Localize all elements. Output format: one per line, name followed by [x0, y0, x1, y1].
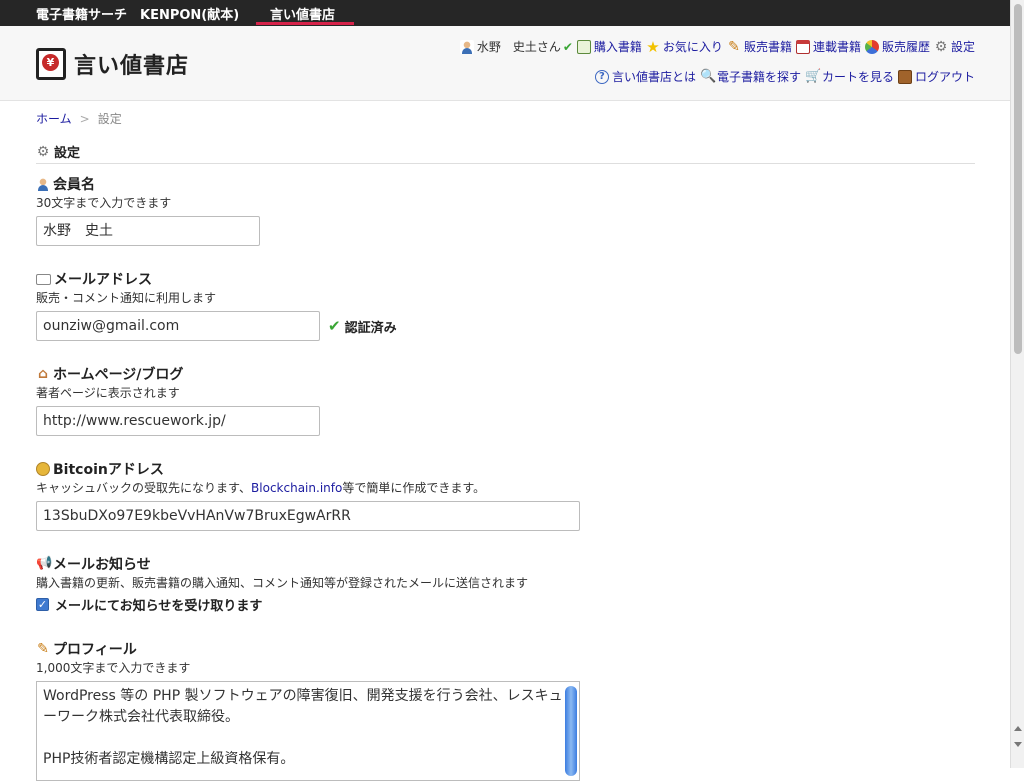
site-nav: ? 言い値書店とは 🔍 電子書籍を探す 🛒 カートを見る ログアウト	[591, 68, 975, 85]
member-name-input[interactable]: 水野 史土	[36, 216, 260, 246]
email-verified-badge: ✔ 認証済み	[328, 317, 397, 336]
email-heading: メールアドレス	[54, 272, 152, 288]
logo-text: 言い値書店	[74, 54, 190, 79]
scroll-up-arrow-icon[interactable]	[1014, 726, 1022, 731]
page-scrollbar-thumb[interactable]	[1014, 4, 1022, 354]
nav-selling-books[interactable]: ✎ 販売書籍	[727, 38, 792, 55]
profile-textarea[interactable]: WordPress 等の PHP 製ソフトウェアの障害復旧、開発支援を行う会社、…	[36, 681, 580, 781]
homepage-heading: ホームページ/ブログ	[53, 367, 184, 383]
section-profile: ✎ プロフィール 1,000文字まで入力できます WordPress 等の PHP…	[36, 640, 580, 781]
page-scrollbar[interactable]	[1010, 0, 1024, 768]
nav-about[interactable]: ? 言い値書店とは	[594, 68, 696, 85]
site-link-iine[interactable]: 言い値書店	[270, 4, 335, 23]
question-icon: ?	[594, 69, 609, 84]
email-desc: 販売・コメント通知に利用します	[36, 291, 217, 305]
profile-desc: 1,000文字まで入力できます	[36, 661, 191, 675]
breadcrumb-current: 設定	[97, 112, 122, 126]
mail-notify-desc: 購入書籍の更新、販売書籍の購入通知、コメント通知等が登録されたメールに送信されま…	[36, 576, 529, 590]
nav-purchased-books[interactable]: 購入書籍	[576, 38, 642, 55]
section-homepage: ⌂ ホームページ/ブログ 著者ページに表示されます http://www.resc…	[36, 365, 320, 436]
calendar-icon	[795, 39, 810, 54]
mail-notify-option[interactable]: ✓ メールにてお知らせを受け取ります	[36, 595, 528, 614]
header: ¥ 言い値書店 水野 史土さん ✔ 購入書籍 ★ お気に入り ✎ 販売書籍 連載…	[0, 26, 1010, 101]
section-member-name: 会員名 30文字まで入力できます 水野 史土	[36, 175, 260, 246]
pencil-icon: ✎	[37, 641, 49, 657]
nav-cart[interactable]: 🛒 カートを見る	[805, 68, 894, 85]
title-divider	[36, 163, 975, 164]
nav-sales-history[interactable]: 販売履歴	[864, 38, 930, 55]
blockchain-link[interactable]: Blockchain.info	[251, 481, 342, 495]
user-nav: 水野 史土さん ✔ 購入書籍 ★ お気に入り ✎ 販売書籍 連載書籍 販売履歴 …	[456, 38, 975, 55]
section-mail-notify: 📢 メールお知らせ 購入書籍の更新、販売書籍の購入通知、コメント通知等が登録された…	[36, 555, 528, 614]
user-icon	[36, 177, 50, 191]
breadcrumb-home[interactable]: ホーム	[36, 112, 72, 126]
scroll-down-arrow-icon[interactable]	[1014, 742, 1022, 747]
member-name-desc: 30文字まで入力できます	[36, 196, 172, 210]
star-icon: ★	[646, 37, 660, 56]
section-bitcoin: Bitcoinアドレス キャッシュバックの受取先になります、Blockchain…	[36, 460, 580, 531]
top-bar: 電子書籍サーチ KENPON(献本) 言い値書店	[0, 0, 1024, 26]
mail-notify-checkbox[interactable]: ✓	[36, 598, 49, 611]
profile-line: ーワーク株式会社代表取締役。	[43, 709, 239, 725]
page-title: ⚙ 設定	[36, 143, 81, 162]
nav-settings[interactable]: ⚙ 設定	[934, 38, 975, 55]
cart-icon: 🛒	[804, 68, 822, 84]
gear-icon: ⚙	[36, 143, 50, 160]
section-email: メールアドレス 販売・コメント通知に利用します ounziw@gmail.com…	[36, 270, 397, 341]
profile-line	[43, 728, 557, 749]
bitcoin-heading: Bitcoinアドレス	[53, 462, 164, 478]
nav-serial-books[interactable]: 連載書籍	[795, 38, 861, 55]
mail-notify-checkbox-label: メールにてお知らせを受け取ります	[55, 599, 263, 614]
mail-icon	[36, 273, 51, 285]
profile-line: WordPress 等の PHP 製ソフトウェアの障害復旧、開発支援を行う会社、…	[43, 688, 563, 704]
house-icon: ⌂	[37, 366, 49, 382]
breadcrumb-separator: >	[79, 112, 90, 126]
profile-line: PHP技術者認定機構認定上級資格保有。	[43, 751, 295, 767]
logo-icon: ¥	[36, 48, 66, 80]
bitcoin-address-input[interactable]: 13SbuDXo97E9kbeVvHAnVw7BruxEgwArRR	[36, 501, 580, 531]
mail-notify-heading: メールお知らせ	[53, 557, 151, 573]
nav-search-ebooks[interactable]: 🔍 電子書籍を探す	[700, 68, 801, 85]
site-link-kenpon[interactable]: 電子書籍サーチ KENPON(献本)	[36, 4, 239, 23]
logo[interactable]: ¥ 言い値書店	[36, 48, 189, 80]
profile-scrollbar[interactable]	[565, 686, 577, 776]
homepage-desc: 著者ページに表示されます	[36, 386, 180, 400]
active-site-indicator	[256, 22, 354, 25]
coin-icon	[36, 462, 50, 476]
bitcoin-desc: キャッシュバックの受取先になります、Blockchain.info等で簡単に作成…	[36, 481, 486, 495]
pencil-icon: ✎	[728, 38, 740, 55]
email-input[interactable]: ounziw@gmail.com	[36, 311, 320, 341]
pie-chart-icon	[864, 39, 879, 54]
nav-logout[interactable]: ログアウト	[897, 68, 975, 85]
breadcrumb: ホーム > 設定	[36, 110, 122, 127]
door-icon	[897, 69, 912, 84]
nav-favorites[interactable]: ★ お気に入り	[646, 38, 723, 55]
search-icon: 🔍	[699, 68, 717, 84]
homepage-input[interactable]: http://www.rescuework.jp/	[36, 406, 320, 436]
megaphone-icon: 📢	[36, 556, 53, 571]
nav-user[interactable]: 水野 史土さん ✔	[459, 38, 573, 55]
gear-icon: ⚙	[934, 38, 948, 55]
verified-check-icon: ✔	[562, 39, 573, 54]
profile-heading: プロフィール	[53, 642, 137, 658]
member-name-heading: 会員名	[53, 177, 95, 193]
check-icon: ✔	[328, 317, 341, 335]
user-icon	[459, 39, 474, 54]
book-icon	[576, 39, 591, 54]
